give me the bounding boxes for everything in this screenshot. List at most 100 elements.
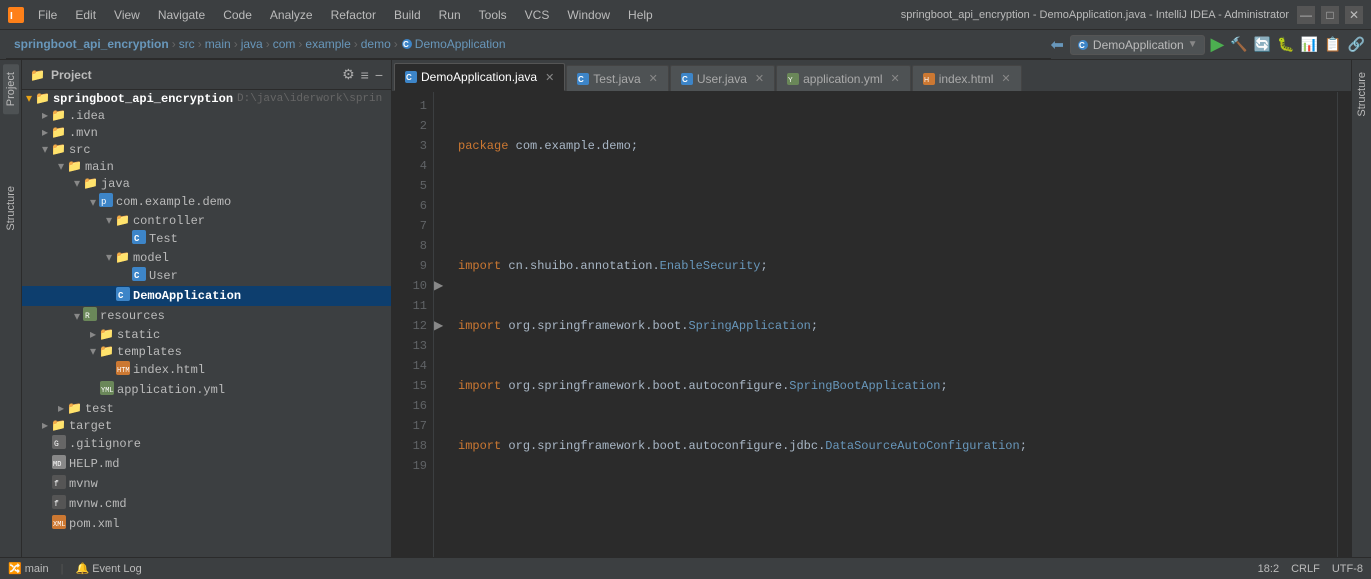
tree-gitignore[interactable]: G .gitignore [22, 434, 391, 454]
tab-close-demoapplication[interactable]: ✕ [545, 71, 554, 84]
minimize-button[interactable]: — [1297, 6, 1315, 24]
panel-gear-icon[interactable]: ≡ [361, 67, 369, 83]
folder-resources-icon: R [83, 307, 97, 325]
menu-window[interactable]: Window [559, 6, 618, 24]
project-tree: ▾ 📁 springboot_api_encryption D:\java\id… [22, 90, 391, 557]
structure-tab[interactable]: Structure [3, 178, 19, 239]
build-button[interactable]: 🔨 [1230, 36, 1247, 53]
tab-user[interactable]: C User.java ✕ [670, 65, 775, 91]
tab-close-yml[interactable]: ✕ [890, 72, 899, 85]
breadcrumb-com[interactable]: com [273, 37, 296, 51]
breadcrumb-main[interactable]: main [205, 37, 231, 51]
tab-user-icon: C [681, 73, 693, 85]
breadcrumb-class[interactable]: C DemoApplication [401, 37, 506, 51]
tree-pom-xml[interactable]: XML pom.xml [22, 514, 391, 534]
tree-idea[interactable]: ▸ 📁 .idea [22, 107, 391, 124]
tree-root[interactable]: ▾ 📁 springboot_api_encryption D:\java\id… [22, 90, 391, 107]
git-branch[interactable]: 🔀 main [8, 562, 49, 575]
menu-run[interactable]: Run [431, 6, 469, 24]
debug-button[interactable]: 🐛 [1277, 36, 1294, 53]
coverage-button[interactable]: 📋 [1324, 36, 1341, 53]
tab-user-label: User.java [697, 72, 747, 86]
tree-main[interactable]: ▾ 📁 main [22, 158, 391, 175]
event-log[interactable]: 🔔 Event Log [75, 562, 141, 575]
update-button[interactable]: 🔄 [1254, 36, 1271, 53]
profile-button[interactable]: 📊 [1301, 36, 1318, 53]
tree-demoapplication[interactable]: C DemoApplication [22, 286, 391, 306]
tree-java[interactable]: ▾ 📁 java [22, 175, 391, 192]
menu-tools[interactable]: Tools [471, 6, 515, 24]
project-panel: 📁 Project ⚙ ≡ − ▾ 📁 springboot_api_encry… [22, 60, 392, 557]
svg-text:XML: XML [53, 521, 66, 529]
structure-panel-tab[interactable]: Structure [1354, 64, 1370, 125]
tree-test-java[interactable]: C Test [22, 229, 391, 249]
panel-title: Project [51, 68, 336, 82]
tab-html[interactable]: H index.html ✕ [912, 65, 1022, 91]
run-button[interactable]: ▶ [1211, 34, 1225, 55]
tree-application-yml[interactable]: YML application.yml [22, 380, 391, 400]
editor-area: C DemoApplication.java ✕ C Test.java ✕ C… [392, 60, 1351, 557]
tree-mvn[interactable]: ▸ 📁 .mvn [22, 124, 391, 141]
app-icon: I [8, 7, 24, 23]
svg-text:C: C [1079, 41, 1085, 50]
breadcrumb-example[interactable]: example [305, 37, 350, 51]
svg-text:R: R [85, 312, 90, 321]
menu-vcs[interactable]: VCS [517, 6, 558, 24]
tree-help-md[interactable]: MD HELP.md [22, 454, 391, 474]
tab-demoapplication[interactable]: C DemoApplication.java ✕ [394, 63, 565, 91]
status-separator-1: | [61, 563, 64, 575]
tree-user-label: User [149, 269, 178, 283]
menu-file[interactable]: File [30, 6, 65, 24]
panel-minimize-icon[interactable]: − [375, 67, 383, 83]
tree-templates[interactable]: ▾ 📁 templates [22, 343, 391, 360]
close-button[interactable]: ✕ [1345, 6, 1363, 24]
vcs-button[interactable]: 🔗 [1348, 36, 1365, 53]
folder-main-icon: 📁 [67, 159, 82, 174]
menu-analyze[interactable]: Analyze [262, 6, 321, 24]
tree-index-html-label: index.html [133, 363, 205, 377]
project-tab[interactable]: Project [3, 64, 19, 114]
maximize-button[interactable]: □ [1321, 6, 1339, 24]
breadcrumb-src[interactable]: src [179, 37, 195, 51]
tab-close-user[interactable]: ✕ [755, 72, 764, 85]
breadcrumb-project[interactable]: springboot_api_encryption [14, 37, 169, 51]
tree-static[interactable]: ▸ 📁 static [22, 326, 391, 343]
code-editor[interactable]: package com.example.demo; import cn.shui… [450, 92, 1337, 557]
panel-settings-icon[interactable]: ⚙ [342, 66, 355, 83]
tab-close-html[interactable]: ✕ [1001, 72, 1010, 85]
tree-mvnw[interactable]: f mvnw [22, 474, 391, 494]
tree-package[interactable]: ▾ p com.example.demo [22, 192, 391, 212]
tree-index-html[interactable]: HTML index.html [22, 360, 391, 380]
menu-build[interactable]: Build [386, 6, 429, 24]
run-selector[interactable]: C DemoApplication ▼ [1070, 35, 1205, 55]
java-user-icon: C [132, 267, 146, 285]
menu-view[interactable]: View [106, 6, 148, 24]
tab-test[interactable]: C Test.java ✕ [566, 65, 669, 91]
tree-src[interactable]: ▾ 📁 src [22, 141, 391, 158]
menu-edit[interactable]: Edit [67, 6, 104, 24]
tree-target[interactable]: ▸ 📁 target [22, 417, 391, 434]
tree-model[interactable]: ▾ 📁 model [22, 249, 391, 266]
tree-test-label: Test [149, 232, 178, 246]
tab-html-label: index.html [939, 72, 994, 86]
tree-src-label: src [69, 143, 91, 157]
code-line-6: import org.springframework.boot.autoconf… [458, 436, 1329, 456]
menu-refactor[interactable]: Refactor [323, 6, 384, 24]
menu-help[interactable]: Help [620, 6, 661, 24]
code-line-1: package com.example.demo; [458, 136, 1329, 156]
menu-navigate[interactable]: Navigate [150, 6, 213, 24]
breadcrumb-java[interactable]: java [241, 37, 263, 51]
nav-back-icon[interactable]: ⬅ [1051, 35, 1064, 55]
package-icon: p [99, 193, 113, 211]
tree-mvnw-cmd[interactable]: f mvnw.cmd [22, 494, 391, 514]
pom-xml-icon: XML [52, 515, 66, 533]
menu-code[interactable]: Code [215, 6, 260, 24]
tab-close-test[interactable]: ✕ [649, 72, 658, 85]
tree-user-java[interactable]: C User [22, 266, 391, 286]
breadcrumb-demo[interactable]: demo [361, 37, 391, 51]
tree-resources[interactable]: ▾ R resources [22, 306, 391, 326]
tree-controller[interactable]: ▾ 📁 controller [22, 212, 391, 229]
tab-yml[interactable]: Y application.yml ✕ [776, 65, 911, 91]
tree-test[interactable]: ▸ 📁 test [22, 400, 391, 417]
svg-text:G: G [54, 440, 59, 449]
